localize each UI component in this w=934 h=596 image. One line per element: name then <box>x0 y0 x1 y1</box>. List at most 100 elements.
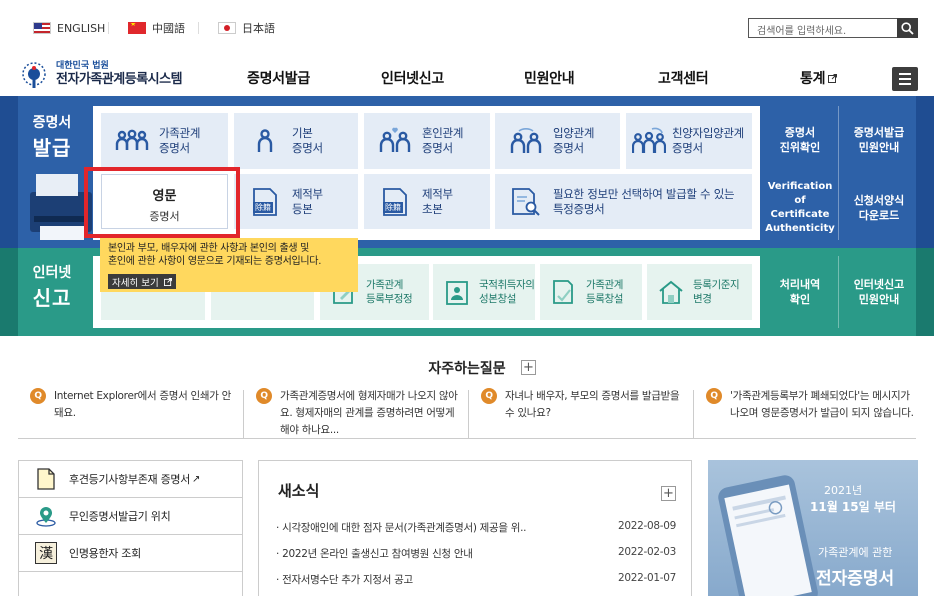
faq-more-button[interactable]: + <box>521 360 536 375</box>
news-item-date: 2022-01-07 <box>617 572 676 584</box>
lang-japanese-link[interactable]: 日本語 <box>218 18 275 38</box>
cert-card-specific-label: 필요한 정보만 선택하여 발급할 수 있는 특정증명서 <box>553 186 735 216</box>
faq-item[interactable]: Q Internet Explorer에서 증명서 인쇄가 안돼요. <box>30 388 240 422</box>
lang-chinese-link[interactable]: 中國語 <box>128 18 185 38</box>
location-pin-icon <box>36 507 56 527</box>
hanja-icon: 漢 <box>35 542 57 564</box>
form-download-link[interactable]: 신청서양식 다운로드 <box>840 178 918 238</box>
full-adoption-icon <box>632 127 666 153</box>
report-card-naturalized[interactable]: 국적취득자의 성본창설 <box>433 264 535 320</box>
report-card-hidden-2[interactable] <box>211 292 314 320</box>
banner-year: 2021년 <box>824 484 863 497</box>
removed-badge: 除籍 <box>253 201 273 213</box>
cert-card-basic[interactable]: 기본 증명서 <box>234 113 358 169</box>
report-card-creation[interactable]: 가족관계 등록창설 <box>540 264 642 320</box>
report-guide-link[interactable]: 인터넷신고 민원안내 <box>840 262 918 322</box>
faq-item-text: Internet Explorer에서 증명서 인쇄가 안돼요. <box>54 390 232 419</box>
report-title-top: 인터넷 <box>32 265 72 281</box>
search-icon <box>901 21 914 35</box>
news-item[interactable]: · 시각장애인에 대한 점자 문서(가족관계증명서) 제공을 위.. 2022-… <box>276 520 676 535</box>
e-certificate-banner[interactable]: 2021년 11월 15일 부터 가족관계에 관한 전자증명서 <box>708 460 918 596</box>
external-link-icon <box>828 73 838 83</box>
cert-card-full-adoption[interactable]: 친양자입양관계 증명서 <box>626 113 752 169</box>
report-card-creation-label: 가족관계 등록창설 <box>586 279 624 305</box>
nav-customer-center[interactable]: 고객센터 <box>658 68 709 88</box>
question-icon: Q <box>481 388 497 404</box>
tooltip-line-2: 혼인에 관한 사항이 영문으로 기재되는 증명서입니다. <box>108 256 322 267</box>
quick-link-kiosk[interactable]: 무인증명서발급기 위치 <box>19 498 242 535</box>
question-icon: Q <box>706 388 722 404</box>
nav-internet-report[interactable]: 인터넷신고 <box>381 68 444 88</box>
divider <box>838 106 839 240</box>
search-input[interactable]: 검색어를 입력하세요. <box>748 18 898 38</box>
lang-english-link[interactable]: ENGLISH <box>33 18 105 38</box>
divider <box>468 390 469 438</box>
nav-statistics[interactable]: 통계 <box>800 68 838 88</box>
news-more-button[interactable]: + <box>661 486 676 501</box>
cert-card-removed-extract-label: 제적부 초본 <box>422 186 453 216</box>
process-status-link[interactable]: 처리내역 확인 <box>762 262 838 322</box>
quick-links: 후견등기사항부존재 증명서 ↗ 무인증명서발급기 위치 漢 인명용한자 조회 <box>18 460 243 596</box>
report-card-naturalized-label: 국적취득자의 성본창설 <box>479 279 535 305</box>
logo-subtitle: 대한민국 법원 <box>56 60 109 71</box>
nav-cert-issuance[interactable]: 증명서발급 <box>247 68 310 88</box>
quick-link-label: 무인증명서발급기 위치 <box>69 510 171 523</box>
lang-english-label: ENGLISH <box>57 21 106 35</box>
cert-section-title: 증명서 발급 <box>12 112 92 161</box>
report-title-big: 신고 <box>32 286 72 310</box>
menu-button[interactable] <box>892 67 918 91</box>
news-title: 새소식 <box>278 482 320 500</box>
faq-item-text: 자녀나 배우자, 부모의 증명서를 발급받을 수 있나요? <box>505 390 680 419</box>
couple-heart-icon <box>379 127 411 152</box>
question-icon: Q <box>256 388 272 404</box>
faq-item[interactable]: Q 가족관계증명서에 형제자매가 나오지 않아요. 형제자매의 관계를 증명하려… <box>256 388 466 439</box>
cert-card-adoption[interactable]: 입양관계 증명서 <box>495 113 620 169</box>
cert-card-removed-copy-label: 제적부 등본 <box>292 186 323 216</box>
cert-card-family[interactable]: 가족관계 증명서 <box>101 113 228 169</box>
verification-en-link[interactable]: Verification of Certificate Authenticity <box>762 178 838 238</box>
quick-link-hanja[interactable]: 漢 인명용한자 조회 <box>19 535 242 572</box>
cert-verify-link[interactable]: 증명서 진위확인 <box>762 110 838 170</box>
report-card-hidden-1[interactable] <box>101 292 205 320</box>
removed-badge: 除籍 <box>383 201 403 213</box>
question-icon: Q <box>30 388 46 404</box>
cert-card-removed-extract[interactable]: 除籍 제적부 초본 <box>364 174 490 229</box>
cert-card-marriage[interactable]: 혼인관계 증명서 <box>364 113 490 169</box>
logo-title: 전자가족관계등록시스템 <box>56 71 183 87</box>
cert-card-specific[interactable]: 필요한 정보만 선택하여 발급할 수 있는 특정증명서 <box>495 174 752 229</box>
faq-item[interactable]: Q 자녀나 배우자, 부모의 증명서를 발급받을 수 있나요? <box>481 388 691 422</box>
cert-guide-link[interactable]: 증명서발급 민원안내 <box>840 110 918 170</box>
faq-item-text: '가족관계등록부가 폐쇄되었다'는 메시지가 나오며 영문증명서가 발급이 되지… <box>730 390 914 419</box>
family-people-icon <box>115 129 149 150</box>
faq-title: 자주하는질문 <box>428 361 506 377</box>
faq-item[interactable]: Q '가족관계등록부가 폐쇄되었다'는 메시지가 나오며 영문증명서가 발급이 … <box>706 388 916 422</box>
site-logo[interactable]: 대한민국 법원 전자가족관계등록시스템 <box>18 58 183 90</box>
nav-statistics-label: 통계 <box>800 71 826 87</box>
news-item[interactable]: · 2022년 온라인 출생신고 참여병원 신청 안내 2022-02-03 <box>276 546 676 561</box>
adoption-people-icon <box>510 128 542 153</box>
cn-flag-icon <box>128 22 146 34</box>
quick-link-guardian[interactable]: 후견등기사항부존재 증명서 ↗ <box>19 461 242 498</box>
banner-subtitle: 가족관계에 관한 <box>818 546 893 559</box>
highlight-box <box>84 167 240 238</box>
divider <box>243 390 244 438</box>
tooltip-line-1: 본인과 부모, 배우자에 관한 사항과 본인의 출생 및 <box>108 243 310 254</box>
news-item-date: 2022-02-03 <box>617 546 676 558</box>
lang-japanese-label: 日本語 <box>242 22 275 35</box>
faq-bottom-border <box>18 438 916 439</box>
nav-civil-guide[interactable]: 민원안내 <box>524 68 575 88</box>
search-button[interactable] <box>897 18 918 38</box>
report-card-domicile[interactable]: 등록기준지 변경 <box>647 264 752 320</box>
divider <box>198 22 199 34</box>
lang-chinese-label: 中國語 <box>152 22 185 35</box>
quick-link-label: 후견등기사항부존재 증명서 <box>69 473 191 486</box>
document-icon <box>37 468 55 490</box>
cert-title-big: 발급 <box>32 136 72 160</box>
news-item-title: 2022년 온라인 출생신고 참여병원 신청 안내 <box>282 548 473 560</box>
news-item[interactable]: · 전자서명수단 추가 지정서 공고 2022-01-07 <box>276 572 676 587</box>
news-item-title: 시각장애인에 대한 점자 문서(가족관계증명서) 제공을 위.. <box>282 522 527 534</box>
more-info-button[interactable]: 자세히 보기 <box>108 274 176 289</box>
person-icon <box>257 129 273 152</box>
search-placeholder: 검색어를 입력하세요. <box>757 26 847 37</box>
cert-card-removed-copy[interactable]: 除籍 제적부 등본 <box>234 174 358 229</box>
